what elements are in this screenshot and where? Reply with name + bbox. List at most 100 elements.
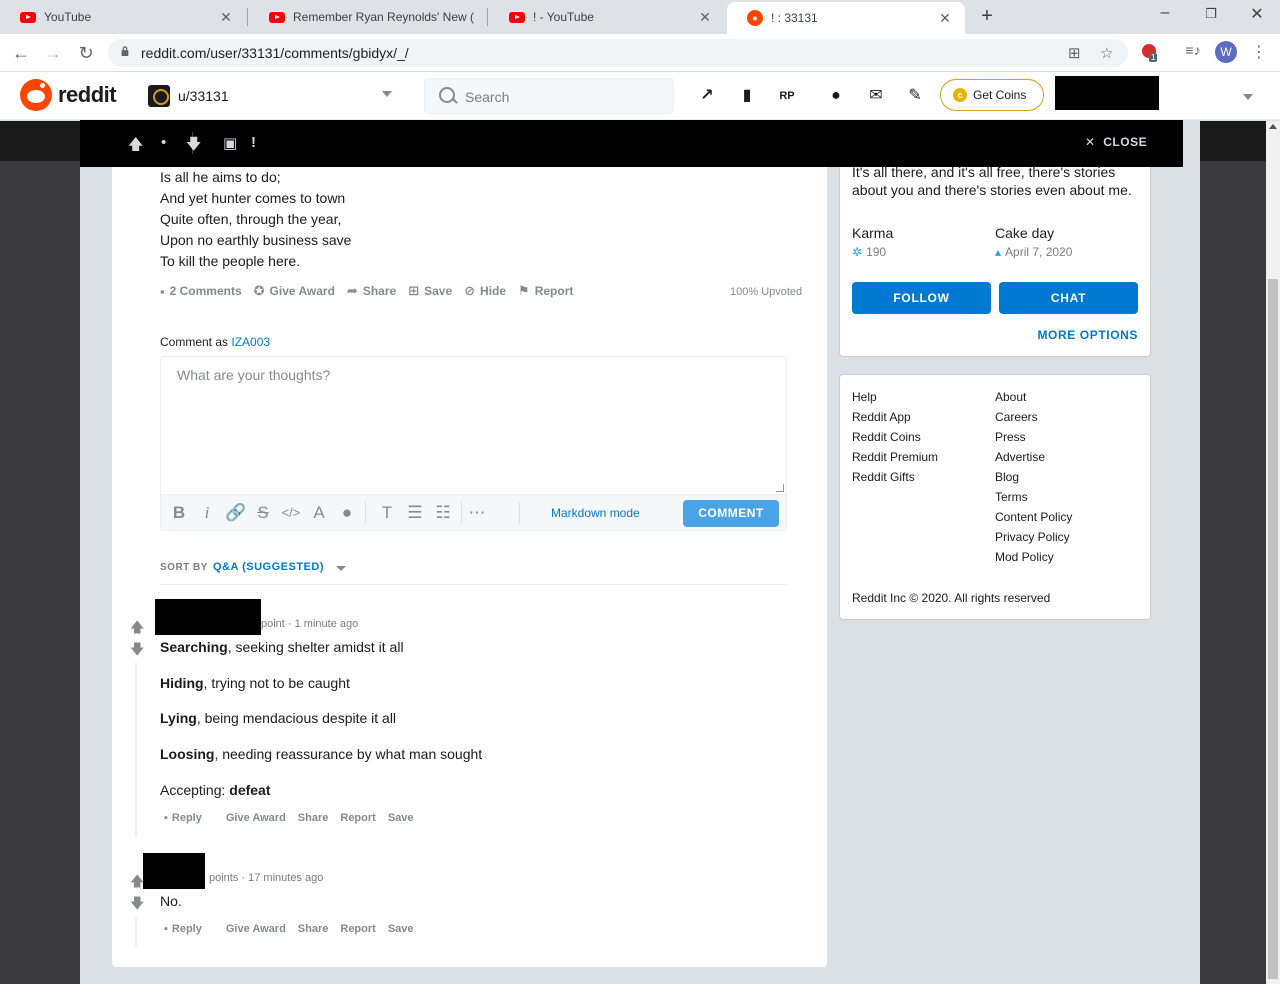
report-button[interactable]: ⚑ Report — [518, 283, 573, 299]
page-scrollbar[interactable] — [1266, 121, 1280, 984]
footer-link-reddit-coins[interactable]: Reddit Coins — [852, 430, 921, 444]
rpan-icon[interactable]: RP — [776, 85, 798, 107]
get-coins-button[interactable]: c Get Coins — [940, 79, 1044, 111]
share-button[interactable]: ➦ Share — [347, 283, 396, 299]
save-button[interactable]: ⊞ Save — [408, 283, 452, 299]
back-icon[interactable]: ← — [10, 42, 32, 64]
comment-editor[interactable]: What are your thoughts? B i 🔗 S </> A ● … — [160, 356, 787, 531]
scrollbar-thumb[interactable] — [1268, 279, 1278, 979]
spoiler-icon[interactable]: ● — [337, 503, 357, 523]
community-dropdown[interactable]: u/33131 — [146, 79, 396, 113]
create-post-icon[interactable]: ✎ — [904, 85, 926, 107]
save-button[interactable]: Save — [388, 812, 414, 824]
minimize-icon[interactable]: – — [1155, 4, 1175, 22]
follow-button[interactable]: FOLLOW — [852, 282, 991, 314]
close-button[interactable]: ✕ CLOSE — [1085, 135, 1147, 149]
browser-tab[interactable]: ! - YouTube ✕ — [489, 0, 725, 34]
report-button[interactable]: Report — [340, 923, 375, 935]
save-button[interactable]: Save — [388, 923, 414, 935]
bold-icon[interactable]: B — [169, 503, 189, 523]
restore-icon[interactable]: ❐ — [1201, 6, 1221, 22]
share-button[interactable]: Share — [298, 812, 329, 824]
browser-tab-active[interactable]: ● ! : 33131 ✕ — [727, 2, 965, 34]
footer-link-advertise[interactable]: Advertise — [995, 450, 1045, 464]
footer-link-press[interactable]: Press — [995, 430, 1026, 444]
italic-icon[interactable]: i — [197, 503, 217, 523]
markdown-mode-button[interactable]: Markdown mode — [551, 506, 640, 520]
more-options-icon[interactable]: ⋯ — [467, 503, 487, 523]
footer-link-content-policy[interactable]: Content Policy — [995, 510, 1072, 524]
comment-submit-button[interactable]: COMMENT — [683, 500, 779, 527]
give-award-button[interactable]: Give Award — [226, 812, 286, 824]
strikethrough-icon[interactable]: S — [253, 503, 273, 523]
new-tab-icon[interactable]: + — [976, 6, 998, 28]
sort-dropdown[interactable]: Q&A (SUGGESTED) — [213, 561, 324, 573]
close-tab-icon[interactable]: ✕ — [218, 9, 234, 26]
redacted-user-menu[interactable] — [1055, 76, 1159, 110]
mail-icon[interactable]: ✉ — [865, 85, 887, 107]
footer-link-terms[interactable]: Terms — [995, 490, 1028, 504]
chat-button[interactable]: CHAT — [999, 282, 1138, 314]
downvote-icon[interactable]: 🡇 — [186, 134, 201, 159]
chevron-down-icon[interactable] — [1243, 94, 1253, 100]
reload-icon[interactable]: ↻ — [75, 42, 97, 64]
footer-link-about[interactable]: About — [995, 390, 1026, 404]
footer-link-privacy-policy[interactable]: Privacy Policy — [995, 530, 1070, 544]
profile-avatar[interactable]: W — [1215, 41, 1237, 63]
post-line: Is all he aims to do; — [160, 169, 281, 185]
post-card: Is all he aims to do; And yet hunter com… — [112, 167, 827, 967]
get-coins-label: Get Coins — [973, 88, 1027, 102]
scroll-up-icon[interactable] — [1269, 124, 1277, 129]
footer-link-mod-policy[interactable]: Mod Policy — [995, 550, 1054, 564]
chevron-down-icon[interactable] — [336, 566, 346, 571]
give-award-button[interactable]: ✪ Give Award — [254, 283, 335, 299]
superscript-icon[interactable]: A — [309, 503, 329, 523]
stats-icon[interactable]: ▮ — [736, 85, 758, 107]
link-icon[interactable]: 🔗 — [225, 503, 246, 523]
footer-link-reddit-gifts[interactable]: Reddit Gifts — [852, 470, 915, 484]
browser-tab[interactable]: YouTube ✕ — [0, 0, 246, 34]
give-award-button[interactable]: Give Award — [226, 923, 286, 935]
commenter-username[interactable]: IZA003 — [231, 335, 270, 349]
address-bar[interactable]: reddit.com/user/33131/comments/gbidyx/_/… — [108, 39, 1128, 67]
close-tab-icon[interactable]: ✕ — [937, 10, 953, 27]
reddit-wordmark[interactable]: reddit — [58, 82, 117, 108]
hide-button[interactable]: ⊘ Hide — [464, 283, 506, 299]
footer-link-reddit-app[interactable]: Reddit App — [852, 410, 911, 424]
extension-icon[interactable]: 1 — [1138, 42, 1160, 64]
upvote-icon[interactable]: 🡅 — [128, 134, 143, 159]
trending-icon[interactable]: ↗ — [696, 85, 718, 107]
thread-line[interactable] — [135, 917, 137, 947]
translate-icon[interactable]: ⊞ — [1068, 44, 1081, 62]
downvote-icon[interactable]: 🡇 — [130, 893, 144, 917]
footer-link-blog[interactable]: Blog — [995, 470, 1019, 484]
search-input[interactable]: Search — [424, 78, 674, 114]
close-window-icon[interactable]: ✕ — [1247, 4, 1267, 24]
report-button[interactable]: Report — [340, 812, 375, 824]
resize-handle[interactable] — [776, 484, 784, 492]
reddit-logo-icon[interactable] — [20, 79, 52, 111]
share-button[interactable]: Share — [298, 923, 329, 935]
numbered-list-icon[interactable]: ☷ — [433, 503, 453, 523]
more-menu-icon[interactable]: ⋮ — [1248, 42, 1270, 64]
media-control-icon[interactable]: ≡♪ — [1182, 42, 1204, 64]
bookmark-star-icon[interactable]: ☆ — [1100, 44, 1113, 62]
heading-icon[interactable]: T — [377, 503, 397, 523]
close-tab-icon[interactable]: ✕ — [697, 9, 713, 26]
reply-button[interactable]: ▪ Reply — [164, 923, 214, 935]
comments-button[interactable]: ▪ 2 Comments — [160, 283, 242, 299]
inline-code-icon[interactable]: </> — [281, 503, 301, 523]
upvote-icon[interactable]: 🡅 — [130, 617, 144, 641]
thread-line[interactable] — [135, 663, 137, 837]
downvote-icon[interactable]: 🡇 — [130, 639, 144, 663]
browser-tab[interactable]: Remember Ryan Reynolds' New ( — [249, 0, 486, 34]
footer-link-help[interactable]: Help — [852, 390, 877, 404]
bullet-list-icon[interactable]: ☰ — [405, 503, 425, 523]
upvote-icon[interactable]: 🡅 — [130, 871, 144, 895]
reply-button[interactable]: ▪ Reply — [164, 812, 214, 824]
chat-icon[interactable]: ● — [825, 85, 847, 107]
footer-link-reddit-premium[interactable]: Reddit Premium — [852, 450, 938, 464]
more-options-link[interactable]: MORE OPTIONS — [1037, 328, 1138, 342]
forward-icon[interactable]: → — [42, 42, 64, 64]
footer-link-careers[interactable]: Careers — [995, 410, 1038, 424]
